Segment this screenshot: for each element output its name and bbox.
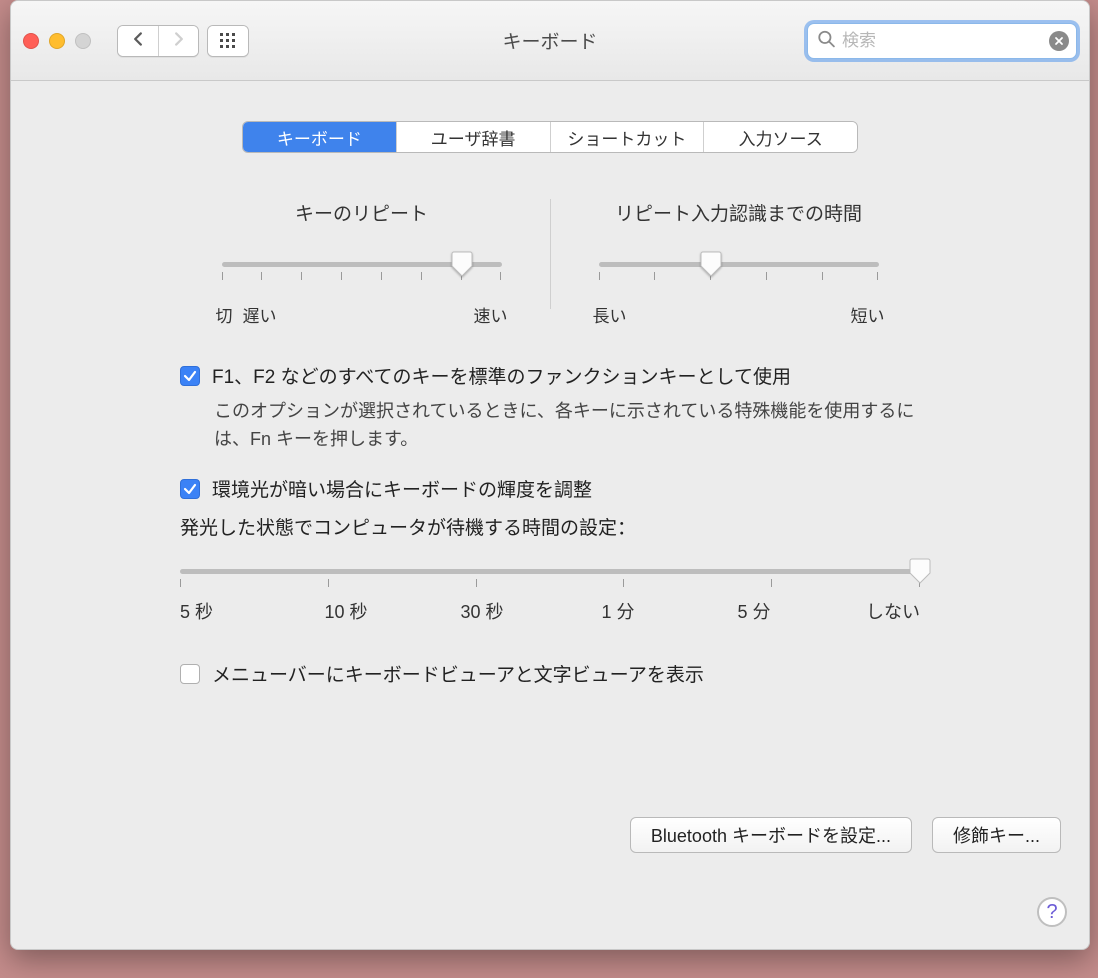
preferences-window: キーボード キーボード ユーザ辞書 ショートカット 入力ソース キーのリピート <box>10 0 1090 950</box>
tick-5m: 5 分 <box>724 599 784 627</box>
forward-button[interactable] <box>158 26 198 56</box>
sliders-row: キーのリピート 切 遅い 速い リピート入力認識までの時間 <box>11 199 1089 327</box>
tab-user-dictionary[interactable]: ユーザ辞書 <box>396 122 550 152</box>
tick-never: しない <box>860 599 920 627</box>
delay-labels: 長い 短い <box>589 302 889 327</box>
delay-group: リピート入力認識までの時間 長い 短い <box>589 199 889 327</box>
tick-10s: 10 秒 <box>316 599 376 627</box>
backlight-wait-tick-labels: 5 秒 10 秒 30 秒 1 分 5 分 しない <box>180 599 920 627</box>
delay-slider[interactable] <box>589 254 889 294</box>
show-all-button[interactable] <box>207 25 249 57</box>
fn-keys-row: F1、F2 などのすべてのキーを標準のファンクションキーとして使用 <box>180 363 920 392</box>
options-content: F1、F2 などのすべてのキーを標準のファンクションキーとして使用 このオプショ… <box>180 363 920 691</box>
backlight-label: 環境光が暗い場合にキーボードの輝度を調整 <box>212 476 592 505</box>
menubar-viewer-checkbox[interactable] <box>180 664 200 684</box>
tick-1m: 1 分 <box>588 599 648 627</box>
search-input[interactable] <box>807 23 1077 59</box>
pane-body: キーボード ユーザ辞書 ショートカット 入力ソース キーのリピート 切 遅い 速… <box>11 81 1089 691</box>
key-repeat-group: キーのリピート 切 遅い 速い <box>212 199 512 327</box>
clear-search-button[interactable] <box>1049 31 1069 51</box>
grid-icon <box>208 26 248 56</box>
key-repeat-slow-label: 遅い <box>233 302 474 327</box>
menubar-viewer-row: メニューバーにキーボードビューアと文字ビューアを表示 <box>180 661 920 690</box>
bluetooth-keyboard-button[interactable]: Bluetooth キーボードを設定... <box>630 817 912 853</box>
backlight-wait-label: 発光した状態でコンピュータが待機する時間の設定： <box>180 514 920 543</box>
delay-long-label: 長い <box>593 302 627 327</box>
tick-5s: 5 秒 <box>180 599 240 627</box>
search-icon <box>817 29 835 52</box>
fn-keys-checkbox[interactable] <box>180 366 200 386</box>
backlight-wait-slider[interactable]: 5 秒 10 秒 30 秒 1 分 5 分 しない <box>180 561 920 631</box>
menubar-viewer-label: メニューバーにキーボードビューアと文字ビューアを表示 <box>212 661 704 690</box>
tick-30s: 30 秒 <box>452 599 512 627</box>
fn-keys-sub: このオプションが選択されているときに、各キーに示されている特殊機能を使用するには… <box>214 398 920 454</box>
modifier-keys-button[interactable]: 修飾キー... <box>932 817 1061 853</box>
backlight-row: 環境光が暗い場合にキーボードの輝度を調整 <box>180 476 920 505</box>
tab-shortcut[interactable]: ショートカット <box>550 122 704 152</box>
nav-back-forward <box>117 25 199 57</box>
backlight-checkbox[interactable] <box>180 479 200 499</box>
delay-short-label: 短い <box>851 302 885 327</box>
back-button[interactable] <box>118 26 158 56</box>
zoom-window-button[interactable] <box>75 33 91 49</box>
help-button[interactable]: ? <box>1037 897 1067 927</box>
footer-buttons: Bluetooth キーボードを設定... 修飾キー... <box>630 817 1061 853</box>
tab-bar: キーボード ユーザ辞書 ショートカット 入力ソース <box>242 121 858 153</box>
window-controls <box>23 33 91 49</box>
tab-input-source[interactable]: 入力ソース <box>703 122 857 152</box>
toolbar: キーボード <box>11 1 1089 81</box>
minimize-window-button[interactable] <box>49 33 65 49</box>
key-repeat-labels: 切 遅い 速い <box>212 302 512 327</box>
delay-title: リピート入力認識までの時間 <box>589 199 889 226</box>
clear-icon <box>1049 31 1069 51</box>
search-field-wrap <box>807 23 1077 59</box>
key-repeat-slider[interactable] <box>212 254 512 294</box>
close-window-button[interactable] <box>23 33 39 49</box>
fn-keys-label: F1、F2 などのすべてのキーを標準のファンクションキーとして使用 <box>212 363 791 392</box>
key-repeat-off-label: 切 <box>216 302 233 327</box>
vertical-divider <box>550 199 551 309</box>
key-repeat-fast-label: 速い <box>474 302 508 327</box>
tab-keyboard[interactable]: キーボード <box>243 122 396 152</box>
key-repeat-title: キーのリピート <box>212 199 512 226</box>
